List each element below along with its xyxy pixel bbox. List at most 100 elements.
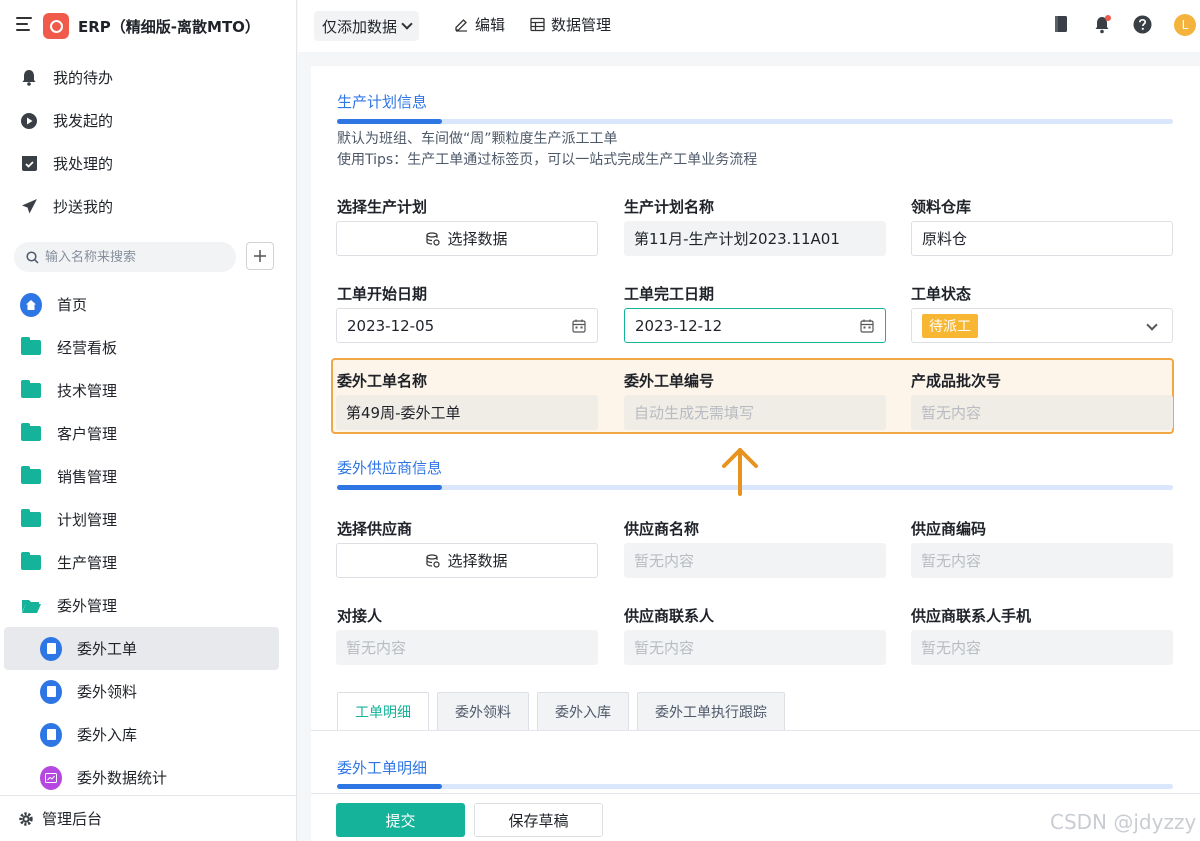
view-select[interactable]: 仅添加数据 [314, 11, 420, 41]
warehouse-label: 领料仓库 [911, 198, 972, 216]
submit-button[interactable]: 提交 [336, 803, 465, 837]
document-icon [40, 636, 62, 661]
select-plan-button[interactable]: 选择数据 [336, 221, 598, 256]
plan-name-value: 第11月-生产计划2023.11A01 [634, 230, 840, 248]
play-circle-icon [20, 112, 38, 130]
end-date-field[interactable]: 2023-12-12 [624, 308, 886, 343]
chevron-down-icon [1146, 319, 1158, 331]
contact-field: 暂无内容 [336, 630, 598, 665]
search-box [14, 242, 236, 272]
nav-item-outsource[interactable]: 委外管理 [0, 584, 297, 627]
supplier-phone-field: 暂无内容 [911, 630, 1173, 665]
batch-no-field: 暂无内容 [911, 395, 1173, 430]
nav-item-plan[interactable]: 计划管理 [0, 498, 297, 541]
plan-name-field: 第11月-生产计划2023.11A01 [624, 221, 886, 256]
warehouse-field[interactable]: 原料仓 [911, 221, 1173, 256]
nav-item-outsource-inbound[interactable]: 委外入库 [0, 713, 297, 756]
outsource-name-field: 第49周-委外工单 [336, 395, 598, 430]
hint-line-1: 默认为班组、车间做“周”颗粒度生产派工工单 [337, 131, 618, 147]
nav-item-label: 委外入库 [77, 726, 138, 744]
nav-item-production[interactable]: 生产管理 [0, 541, 297, 584]
arrow-up-icon [722, 448, 758, 496]
app-title: ERP（精细版-离散MTO） [78, 18, 260, 36]
section-title-detail: 委外工单明细 [337, 759, 428, 777]
section-title-supplier: 委外供应商信息 [337, 459, 443, 477]
plus-icon [254, 250, 266, 262]
folder-icon [20, 466, 42, 488]
sidebar: ERP（精细版-离散MTO） 我的待办 我发起的 我处理的 抄送我的 输入名称来… [0, 0, 297, 841]
tab-outsource-inbound[interactable]: 委外入库 [537, 692, 629, 730]
avatar[interactable]: L [1174, 14, 1196, 36]
supplier-contact-label: 供应商联系人 [624, 607, 715, 625]
home-icon [20, 292, 42, 317]
nav-item-label: 生产管理 [57, 554, 118, 572]
view-select-value: 仅添加数据 [322, 17, 398, 36]
data-manage-button[interactable]: 数据管理 [530, 14, 611, 35]
tab-tracking[interactable]: 委外工单执行跟踪 [637, 692, 785, 730]
status-badge: 待派工 [922, 313, 978, 338]
tab-order-detail[interactable]: 工单明细 [337, 692, 429, 730]
menu-toggle-icon[interactable] [16, 17, 32, 31]
quick-nav-initiated[interactable]: 我发起的 [0, 99, 297, 142]
pencil-icon [455, 19, 467, 32]
section-title-plan: 生产计划信息 [337, 93, 428, 111]
select-plan-text: 选择数据 [447, 230, 508, 248]
quick-nav-handled[interactable]: 我处理的 [0, 142, 297, 185]
nav-item-dashboard[interactable]: 经营看板 [0, 326, 297, 369]
book-icon[interactable] [1053, 15, 1069, 37]
supplier-code-label: 供应商编码 [911, 520, 987, 538]
start-date-field[interactable]: 2023-12-05 [336, 308, 598, 343]
outsource-no-field: 自动生成无需填写 [624, 395, 886, 430]
folder-icon [20, 509, 42, 531]
end-date-label: 工单完工日期 [624, 285, 715, 303]
tab-divider [311, 730, 1200, 731]
quick-nav-label: 抄送我的 [53, 198, 114, 216]
nav-item-label: 销售管理 [57, 468, 118, 486]
batch-no-label: 产成品批次号 [911, 372, 1002, 390]
chevron-down-icon [401, 18, 413, 30]
document-icon [40, 722, 62, 747]
nav-item-outsource-order[interactable]: 委外工单 [4, 627, 279, 670]
nav-item-home[interactable]: 首页 [0, 283, 297, 326]
select-supplier-text: 选择数据 [447, 552, 508, 570]
supplier-code-value: 暂无内容 [921, 552, 982, 570]
select-plan-label: 选择生产计划 [337, 198, 428, 216]
nav-item-label: 经营看板 [57, 339, 118, 357]
add-button[interactable] [246, 242, 274, 270]
nav-item-label: 委外领料 [77, 683, 138, 701]
document-icon [40, 679, 62, 704]
nav-item-label: 计划管理 [57, 511, 118, 529]
nav-item-outsource-stats[interactable]: 委外数据统计 [0, 756, 297, 799]
save-draft-button[interactable]: 保存草稿 [474, 803, 603, 837]
search-input[interactable] [45, 249, 225, 265]
outsource-name-label: 委外工单名称 [337, 372, 428, 390]
supplier-name-field: 暂无内容 [624, 543, 886, 578]
section-divider [337, 784, 1173, 789]
app-logo [43, 13, 69, 39]
edit-button[interactable]: 编辑 [454, 14, 505, 35]
status-select[interactable]: 待派工 [911, 308, 1173, 343]
select-supplier-button[interactable]: 选择数据 [336, 543, 598, 578]
supplier-phone-value: 暂无内容 [921, 639, 982, 657]
nav-item-tech[interactable]: 技术管理 [0, 369, 297, 412]
admin-link[interactable]: 管理后台 [0, 795, 297, 841]
notification-bell-icon[interactable] [1094, 15, 1112, 38]
nav-item-outsource-material[interactable]: 委外领料 [0, 670, 297, 713]
end-date-value: 2023-12-12 [635, 316, 723, 335]
quick-nav-todo[interactable]: 我的待办 [0, 56, 297, 99]
quick-nav-cc[interactable]: 抄送我的 [0, 185, 297, 228]
edit-label: 编辑 [475, 16, 506, 34]
admin-label: 管理后台 [42, 810, 103, 828]
nav-list: 首页 经营看板 技术管理 客户管理 销售管理 计划管理 生产管理 委外管理 委外… [0, 283, 297, 799]
nav-item-sales[interactable]: 销售管理 [0, 455, 297, 498]
calendar-icon [572, 319, 586, 333]
outsource-no-label: 委外工单编号 [624, 372, 715, 390]
folder-icon [20, 423, 42, 445]
tab-outsource-material[interactable]: 委外领料 [437, 692, 529, 730]
database-icon [426, 553, 441, 568]
start-date-value: 2023-12-05 [347, 316, 435, 335]
help-icon[interactable] [1133, 15, 1152, 38]
folder-open-icon [20, 595, 42, 617]
nav-item-customer[interactable]: 客户管理 [0, 412, 297, 455]
table-icon [530, 17, 545, 32]
